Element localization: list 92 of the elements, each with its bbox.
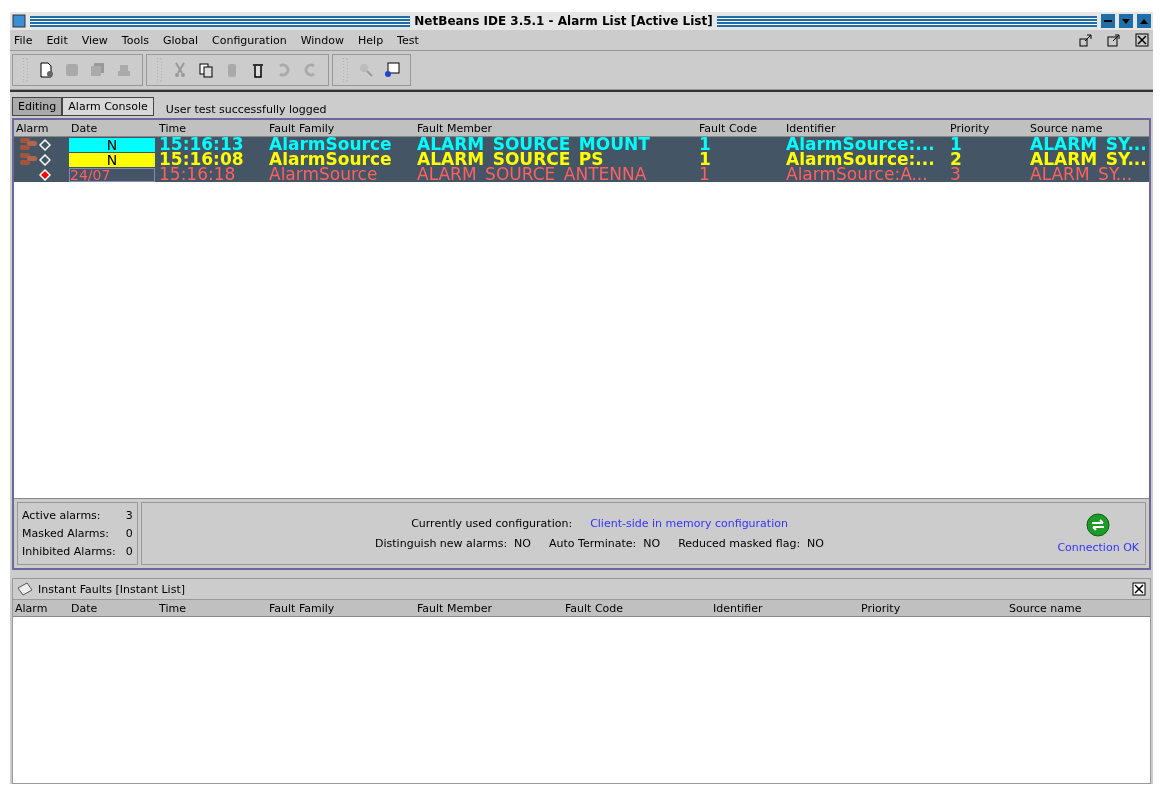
column-header[interactable]: Source name xyxy=(1028,121,1149,135)
column-header[interactable]: Alarm xyxy=(13,601,69,615)
priority-cell-text: 2 xyxy=(949,152,963,167)
status-message: User test successfully logged xyxy=(165,103,327,116)
fault-code-cell-text: 1 xyxy=(698,137,712,152)
stat-value: 3 xyxy=(125,509,133,522)
configuration-label: Currently used configuration: xyxy=(411,517,573,530)
priority-cell-text: 1 xyxy=(949,137,963,152)
date-cell: N xyxy=(69,152,155,167)
search-icon[interactable] xyxy=(358,62,374,78)
connection-status: Connection OK xyxy=(1057,541,1139,554)
window-icon[interactable] xyxy=(12,14,26,28)
date-cell: N xyxy=(69,137,155,152)
priority-cell-text: 3 xyxy=(949,167,962,182)
column-header[interactable]: Fault Code xyxy=(697,121,784,135)
tab[interactable]: Editing xyxy=(12,97,63,116)
column-header[interactable]: Fault Family xyxy=(267,601,415,615)
source-name-cell-text: ALARM_SY... xyxy=(1029,167,1133,182)
print-icon[interactable] xyxy=(116,62,132,78)
maximize-icon[interactable] xyxy=(1137,14,1151,28)
window-title: NetBeans IDE 3.5.1 - Alarm List [Active List] xyxy=(414,14,713,28)
column-header[interactable]: Fault Member xyxy=(415,121,697,135)
column-header[interactable]: Alarm xyxy=(14,121,69,135)
column-header[interactable]: Fault Family xyxy=(267,121,415,135)
menu-item[interactable]: View xyxy=(81,33,108,47)
menu-item[interactable]: Global xyxy=(162,33,199,47)
menu-down-icon[interactable] xyxy=(1119,14,1133,28)
toolbar-grip[interactable] xyxy=(343,58,348,82)
delete-icon[interactable] xyxy=(250,62,266,78)
copy-icon[interactable] xyxy=(198,62,214,78)
source-name-cell-text: ALARM_SY... xyxy=(1029,152,1148,167)
identifier-cell-text: AlarmSource:... xyxy=(785,137,936,152)
date-cell: 24/07 xyxy=(69,167,155,182)
undock-icon[interactable] xyxy=(1107,33,1121,47)
time-cell-text: 15:16:18 xyxy=(158,167,236,182)
list-icon xyxy=(17,582,33,596)
fault-code-cell-text: 1 xyxy=(698,152,712,167)
menu-item[interactable]: Edit xyxy=(46,33,68,47)
menu-item[interactable]: Window xyxy=(300,33,345,47)
menu-item[interactable]: Tools xyxy=(121,33,149,47)
tab[interactable]: Alarm Console xyxy=(62,97,154,116)
stat-label: Inhibited Alarms: xyxy=(22,545,116,558)
time-cell-text: 15:16:13 xyxy=(158,137,245,152)
fault-code-cell-text: 1 xyxy=(698,167,711,182)
panel-title: Instant Faults [Instant List] xyxy=(38,582,185,596)
column-header[interactable]: Time xyxy=(157,121,267,135)
save-icon[interactable] xyxy=(64,62,80,78)
close-icon[interactable] xyxy=(1132,582,1146,596)
flag-text: Distinguish new alarms: NO xyxy=(375,537,531,550)
save-all-icon[interactable] xyxy=(90,62,106,78)
menu-item[interactable]: Test xyxy=(397,33,419,47)
bricks-icon xyxy=(20,153,38,166)
fault-member-cell-text: ALARM_SOURCE_PS xyxy=(416,152,604,167)
stat-value: 0 xyxy=(125,527,133,540)
stat-label: Masked Alarms: xyxy=(22,527,110,540)
time-cell-text: 15:16:08 xyxy=(158,152,245,167)
menu-item[interactable]: File xyxy=(14,33,33,47)
undock-icon[interactable] xyxy=(1079,33,1093,47)
window-dot-icon[interactable] xyxy=(384,62,400,78)
new-file-icon[interactable] xyxy=(38,62,54,78)
bricks-icon xyxy=(20,138,38,151)
column-header[interactable]: Fault Member xyxy=(415,601,563,615)
fault-member-cell-text: ALARM_SOURCE_ANTENNA xyxy=(416,167,648,182)
column-header[interactable]: Time xyxy=(157,601,267,615)
stat-value: 0 xyxy=(125,545,133,558)
menu-item[interactable]: Help xyxy=(358,33,384,47)
column-header[interactable]: Priority xyxy=(859,601,1007,615)
stat-label: Active alarms: xyxy=(22,509,102,522)
toolbar-grip[interactable] xyxy=(157,58,162,82)
fault-family-cell-text: AlarmSource xyxy=(268,167,378,182)
column-header[interactable]: Date xyxy=(69,601,157,615)
identifier-cell-text: AlarmSource:A... xyxy=(785,167,928,182)
cut-icon[interactable] xyxy=(172,62,188,78)
toolbar-grip[interactable] xyxy=(23,58,28,82)
column-header[interactable]: Priority xyxy=(948,121,1028,135)
column-header[interactable]: Fault Code xyxy=(563,601,711,615)
identifier-cell-text: AlarmSource:... xyxy=(785,152,936,167)
close-icon[interactable] xyxy=(1135,33,1149,47)
flag-text: Auto Terminate: NO xyxy=(549,537,661,550)
menu-item[interactable]: Configuration xyxy=(212,33,287,47)
flag-text: Reduced masked flag: NO xyxy=(678,537,824,550)
connection-icon xyxy=(1086,513,1111,537)
column-header[interactable]: Date xyxy=(69,121,157,135)
fault-member-cell-text: ALARM_SOURCE_MOUNT xyxy=(416,137,651,152)
fault-family-cell-text: AlarmSource xyxy=(268,152,393,167)
column-header[interactable]: Source name xyxy=(1007,601,1150,615)
source-name-cell-text: ALARM_SY... xyxy=(1029,137,1148,152)
column-header[interactable]: Identifier xyxy=(711,601,859,615)
configuration-value: Client-side in memory configuration xyxy=(590,517,788,530)
column-header[interactable]: Identifier xyxy=(784,121,948,135)
minimize-icon[interactable] xyxy=(1101,14,1115,28)
fault-family-cell-text: AlarmSource xyxy=(268,137,393,152)
